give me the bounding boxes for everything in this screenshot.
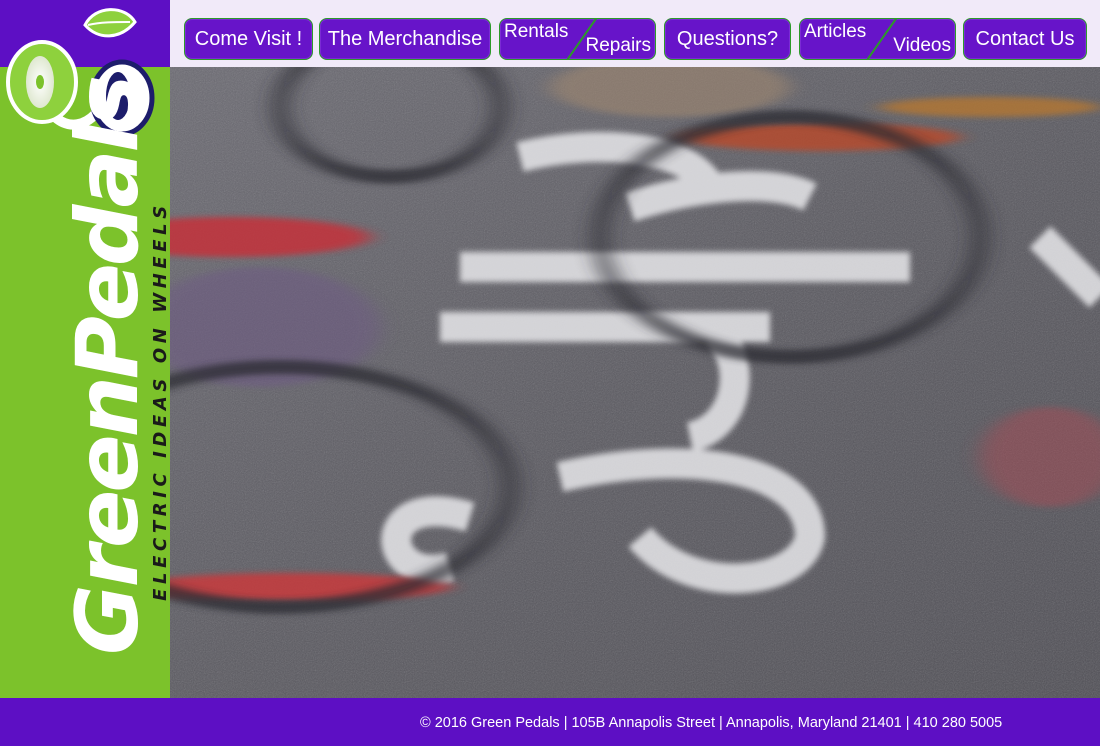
nav-questions-label: Questions?	[676, 27, 779, 50]
nav-merchandise-button[interactable]: The Merchandise	[319, 18, 491, 60]
hero-photo	[170, 67, 1100, 698]
nav-rentals-repairs-button[interactable]: Rentals Repairs	[499, 18, 656, 60]
nav-come-visit-button[interactable]: Come Visit !	[184, 18, 313, 60]
footer-contact-info: © 2016 Green Pedals | 105B Annapolis Str…	[420, 715, 1003, 731]
nav-questions-button[interactable]: Questions?	[664, 18, 791, 60]
nav-repairs-label: Repairs	[585, 35, 651, 56]
hero-image	[170, 67, 1100, 698]
brand-block: GreenPedals ELECTRIC IDEAS ON WHEELS	[18, 78, 171, 660]
nav-merchandise-label: The Merchandise	[327, 27, 483, 50]
nav-videos-label: Videos	[893, 35, 951, 56]
footer: © 2016 Green Pedals | 105B Annapolis Str…	[0, 698, 1100, 746]
nav-contact-label: Contact Us	[975, 27, 1075, 50]
nav-rentals-label: Rentals	[504, 21, 569, 42]
nav-come-visit-label: Come Visit !	[194, 27, 303, 50]
nav-articles-label: Articles	[804, 21, 867, 42]
brand-name: GreenPedals	[58, 77, 158, 655]
nav-contact-button[interactable]: Contact Us	[963, 18, 1087, 60]
nav-articles-videos-button[interactable]: Articles Videos	[799, 18, 956, 60]
